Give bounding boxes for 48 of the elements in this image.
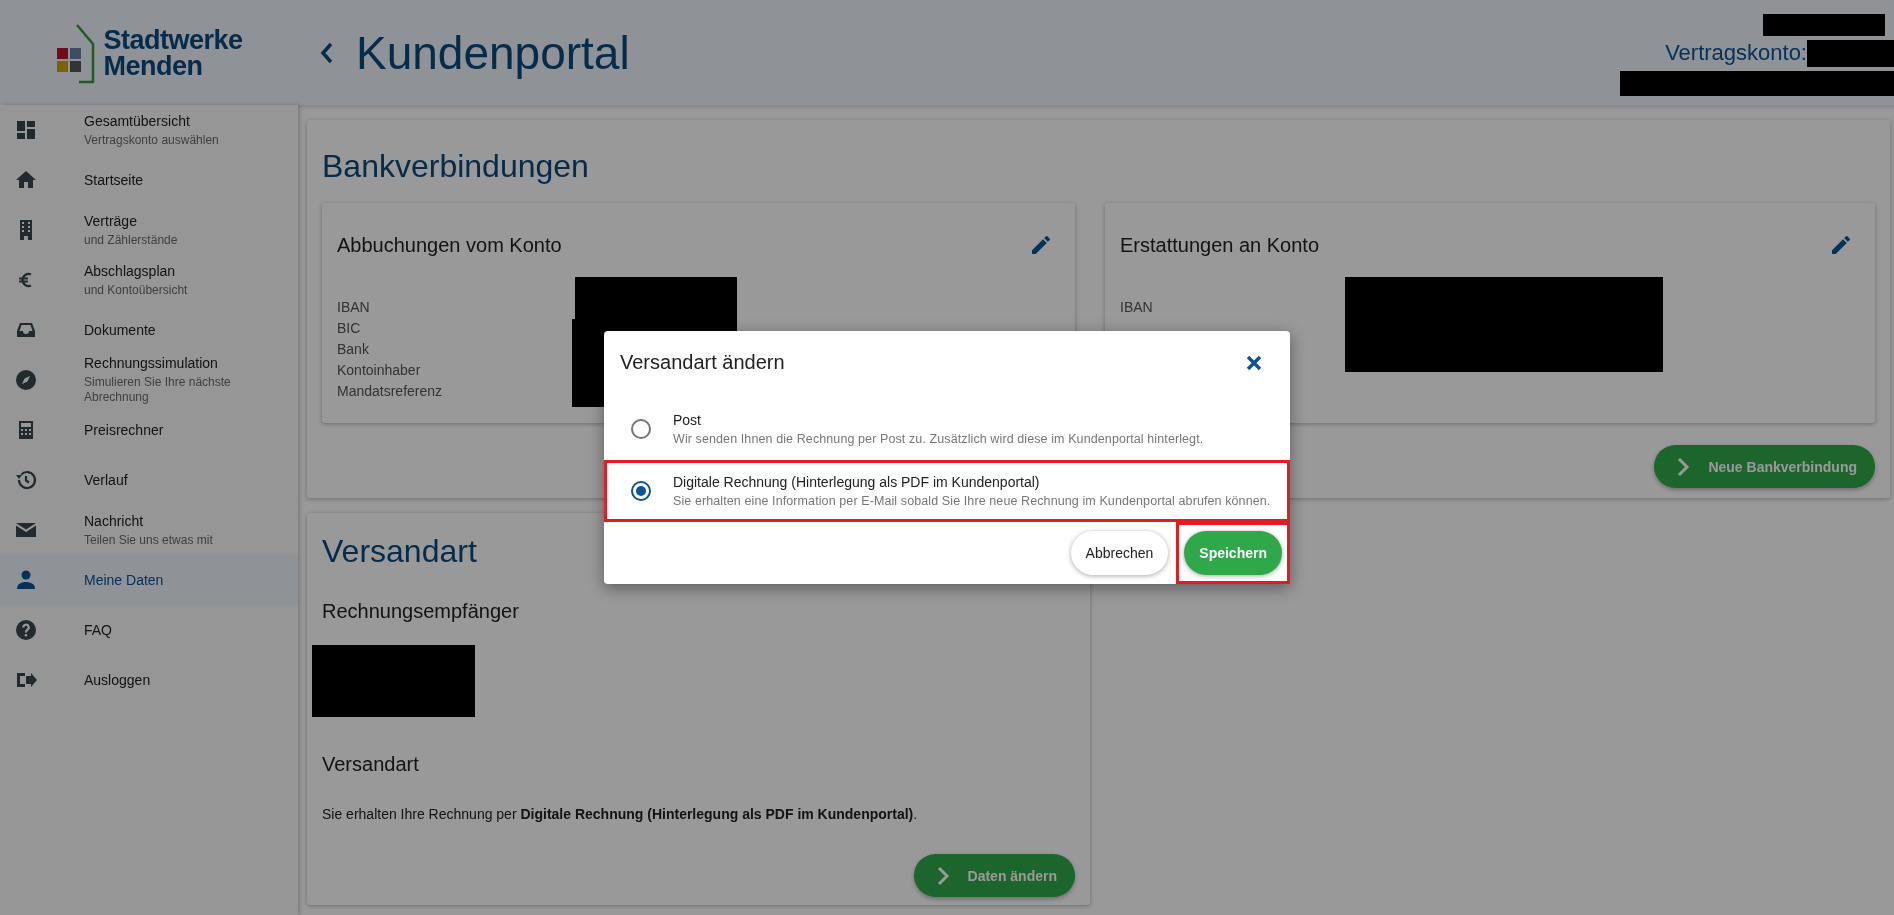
sidebar-item[interactable]: Startseite [0,155,298,205]
page-title: Kundenportal [356,25,630,80]
history-icon [14,468,38,492]
pencil-icon[interactable] [1829,233,1853,257]
field-label: IBAN [337,298,370,317]
sidebar-item[interactable]: Ausloggen [0,655,298,705]
cancel-button[interactable]: Abbrechen [1070,531,1169,575]
dashboard-icon [14,118,38,142]
sidebar-item[interactable]: Nachricht Teilen Sie uns etwas mit [0,505,298,555]
sidebar-item[interactable]: FAQ [0,605,298,655]
sidebar-item[interactable]: Gesamtübersicht Vertragskonto auswählen [0,105,298,155]
radio-button[interactable] [631,419,651,439]
close-icon[interactable] [1246,354,1262,371]
person-icon [14,568,38,592]
field-label: Kontoinhaber [337,361,421,380]
field-label: Bank [337,340,369,359]
sidebar-item[interactable]: Rechnungssimulation Simulieren Sie Ihre nächste Abrechnung [0,355,298,405]
field-label: BIC [337,319,361,338]
sidebar-item[interactable]: Verlauf [0,455,298,505]
sidebar-item[interactable]: Abschlagsplan und Kontoübersicht [0,255,298,305]
field-label: IBAN [1120,298,1153,317]
section-title: Bankverbindungen [322,147,590,186]
sidebar-item[interactable]: Verträge und Zählerstände [0,205,298,255]
sidebar-item[interactable]: Preisrechner [0,405,298,455]
pencil-icon[interactable] [1029,233,1053,257]
compass-icon [14,368,38,392]
radio-button[interactable] [631,481,651,501]
option-description: Sie erhalten eine Information per E-Mail sobald Sie Ihre neue Rechnung im Kundenportal abrufen können. [673,494,1271,508]
chevron-right-icon [1676,456,1691,477]
sidebar-item[interactable]: Meine Daten [0,555,298,605]
field-label: Mandatsreferenz [337,382,443,401]
dialog-title: Versandart ändern [620,351,785,374]
card-title: Abbuchungen vom Konto [337,233,562,257]
chevron-right-icon [935,865,950,886]
option-label: Post [673,412,702,428]
option-description: Wir senden Ihnen die Rechnung per Post zu. Zusätzlich wird diese im Kundenportal hinterlegt. [673,432,1204,446]
subsection-title: Versandart [322,753,420,776]
section-title: Versandart [322,532,478,571]
subsection-title: Rechnungsempfänger [322,600,520,623]
account-label: Vertragskonto: [1665,40,1807,66]
logo-text: Menden [103,52,204,79]
logo-text: Stadtwerke [103,26,243,53]
sidebar-item[interactable]: Dokumente [0,305,298,355]
option-label: Digitale Rechnung (Hinterlegung als PDF im Kundenportal) [673,474,1041,490]
shipping-sentence: Sie erhalten Ihre Rechnung per Digitale Rechnung (Hinterlegung als PDF im Kundenportal). [322,806,919,822]
back-icon[interactable] [320,41,334,64]
card-title: Erstattungen an Konto [1120,233,1320,257]
help-icon [14,618,38,642]
